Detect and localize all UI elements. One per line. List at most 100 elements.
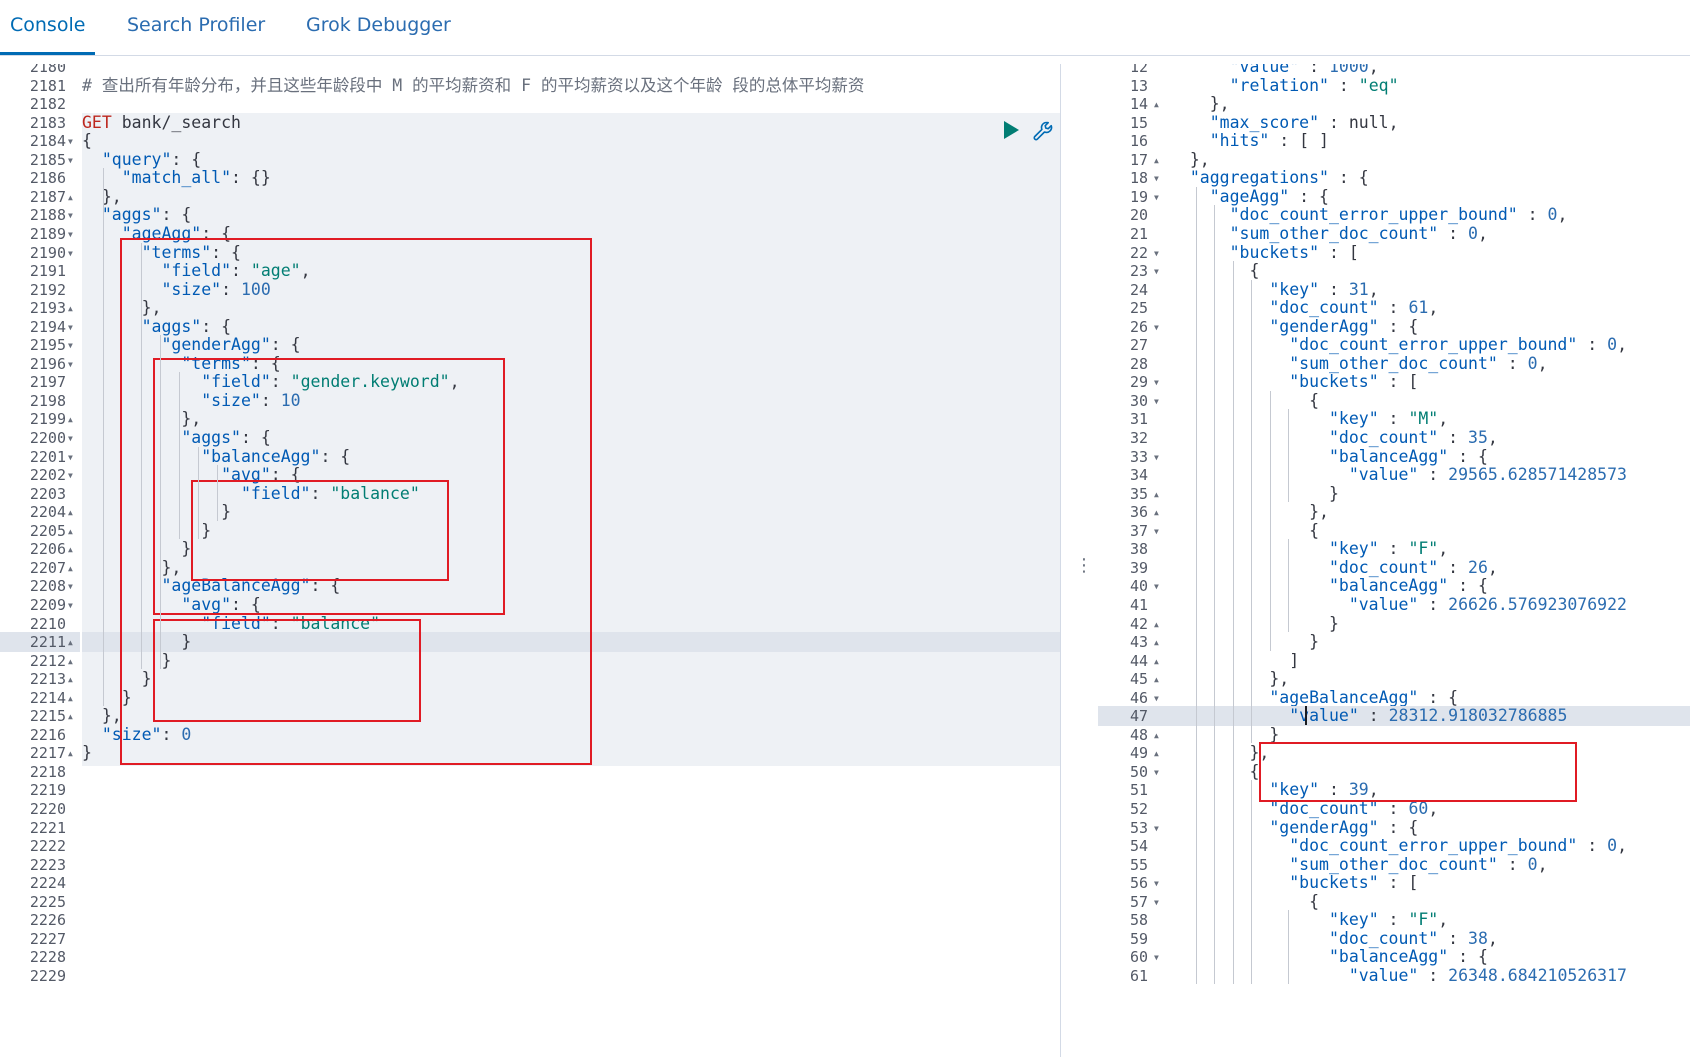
fold-open-icon[interactable]: ▼	[1154, 188, 1159, 208]
fold-open-icon[interactable]: ▼	[1154, 392, 1159, 412]
line-number: 31	[1129, 410, 1148, 429]
line-number: 2188	[29, 206, 66, 225]
fold-open-icon[interactable]: ▼	[1154, 948, 1159, 968]
fold-open-icon[interactable]: ▼	[1154, 763, 1159, 783]
fold-close-icon[interactable]: ▲	[68, 652, 73, 672]
line-number: 33	[1129, 447, 1148, 466]
indent-guide	[103, 168, 104, 707]
fold-close-icon[interactable]: ▲	[1154, 503, 1159, 523]
code-line: "sum_other_doc_count" : 0,	[1289, 854, 1548, 874]
fold-open-icon[interactable]: ▼	[1154, 448, 1159, 468]
fold-close-icon[interactable]: ▲	[1154, 615, 1159, 635]
fold-close-icon[interactable]: ▲	[68, 559, 73, 579]
tab-console[interactable]: Console	[0, 0, 96, 55]
fold-close-icon[interactable]: ▲	[68, 540, 73, 560]
line-number: 19	[1129, 187, 1148, 206]
line-number: 2202	[29, 466, 66, 485]
fold-close-icon[interactable]: ▲	[1154, 95, 1159, 115]
fold-open-icon[interactable]: ▼	[68, 355, 73, 375]
fold-close-icon[interactable]: ▲	[1154, 726, 1159, 746]
fold-close-icon[interactable]: ▲	[1154, 652, 1159, 672]
line-number: 2195	[29, 336, 66, 355]
fold-open-icon[interactable]: ▼	[1154, 893, 1159, 913]
fold-close-icon[interactable]: ▲	[1154, 151, 1159, 171]
wrench-icon[interactable]	[1032, 120, 1054, 142]
line-number: 29	[1129, 373, 1148, 392]
fold-open-icon[interactable]: ▼	[1154, 874, 1159, 894]
fold-open-icon[interactable]: ▼	[68, 429, 73, 449]
code-line: "doc_count_error_upper_bound" : 0,	[1289, 335, 1627, 355]
tab-grok-debugger[interactable]: Grok Debugger	[306, 0, 451, 52]
fold-close-icon[interactable]: ▲	[68, 707, 73, 727]
fold-close-icon[interactable]: ▲	[68, 522, 73, 542]
line-number: 2194	[29, 317, 66, 336]
line-number: 38	[1129, 540, 1148, 559]
fold-open-icon[interactable]: ▼	[68, 151, 73, 171]
code-line: "buckets" : [	[1289, 873, 1419, 893]
fold-open-icon[interactable]: ▼	[68, 206, 73, 226]
fold-open-icon[interactable]: ▼	[68, 577, 73, 597]
fold-open-icon[interactable]: ▼	[68, 244, 73, 264]
line-number: 2223	[29, 855, 66, 874]
line-number: 2229	[29, 966, 66, 985]
play-icon[interactable]	[1001, 120, 1021, 140]
pane-resizer[interactable]: ⋮	[1060, 64, 1100, 1057]
fold-open-icon[interactable]: ▼	[1154, 577, 1159, 597]
fold-open-icon[interactable]: ▼	[1154, 373, 1159, 393]
fold-open-icon[interactable]: ▼	[68, 132, 73, 152]
indent-guide	[1288, 409, 1289, 503]
fold-open-icon[interactable]: ▼	[68, 466, 73, 486]
fold-open-icon[interactable]: ▼	[68, 448, 73, 468]
code-line: },	[1170, 669, 1290, 689]
code-line: "buckets" : [	[1289, 372, 1419, 392]
fold-close-icon[interactable]: ▲	[68, 188, 73, 208]
line-number: 2212	[29, 651, 66, 670]
fold-close-icon[interactable]: ▲	[1154, 485, 1159, 505]
fold-open-icon[interactable]: ▼	[1154, 262, 1159, 282]
fold-open-icon[interactable]: ▼	[68, 596, 73, 616]
fold-close-icon[interactable]: ▲	[68, 670, 73, 690]
response-code-area[interactable]: "value" : 1000, "relation" : "eq" }, "ma…	[1170, 64, 1690, 1057]
line-number: 2205	[29, 521, 66, 540]
fold-close-icon[interactable]: ▲	[1154, 633, 1159, 653]
fold-open-icon[interactable]: ▼	[1154, 318, 1159, 338]
fold-close-icon[interactable]: ▲	[68, 689, 73, 709]
fold-open-icon[interactable]: ▼	[68, 225, 73, 245]
fold-close-icon[interactable]: ▲	[68, 410, 73, 430]
line-number: 27	[1129, 336, 1148, 355]
indent-guide	[1196, 186, 1197, 985]
line-number: 2219	[29, 781, 66, 800]
line-number: 2181	[29, 76, 66, 95]
fold-open-icon[interactable]: ▼	[68, 318, 73, 338]
fold-close-icon[interactable]: ▲	[68, 503, 73, 523]
line-number: 2228	[29, 948, 66, 967]
fold-close-icon[interactable]: ▲	[1154, 670, 1159, 690]
line-number: 26	[1129, 317, 1148, 336]
fold-close-icon[interactable]: ▲	[68, 633, 73, 653]
line-number: 2185	[29, 150, 66, 169]
vertical-ellipsis-icon[interactable]: ⋮	[1075, 557, 1093, 575]
tab-search-profiler[interactable]: Search Profiler	[127, 0, 265, 52]
code-line: "aggs": {	[101, 205, 192, 225]
line-number: 2190	[29, 243, 66, 262]
indent-guide	[160, 335, 161, 670]
fold-close-icon[interactable]: ▲	[68, 744, 73, 764]
fold-open-icon[interactable]: ▼	[1154, 522, 1159, 542]
line-number: 54	[1129, 837, 1148, 856]
line-number: 37	[1129, 521, 1148, 540]
line-number: 2210	[29, 614, 66, 633]
line-number: 58	[1129, 911, 1148, 930]
line-number: 24	[1129, 280, 1148, 299]
fold-open-icon[interactable]: ▼	[1154, 819, 1159, 839]
response-viewer[interactable]: 12 13 14 ▲ 15 16 17 ▲ 18 ▼ 19 ▼ 20 21 22 ▼ 23 ▼ 24 25 26 ▼ 27 2…	[1098, 64, 1690, 1057]
fold-open-icon[interactable]: ▼	[1154, 244, 1159, 264]
indent-guide	[1214, 205, 1215, 985]
code-line: "doc_count" : 61,	[1269, 298, 1439, 318]
fold-close-icon[interactable]: ▲	[68, 299, 73, 319]
code-line: "value" : 26626.576923076922	[1348, 594, 1627, 614]
indent-guide	[1288, 910, 1289, 985]
line-number: 2184	[29, 132, 66, 151]
fold-open-icon[interactable]: ▼	[68, 336, 73, 356]
fold-close-icon[interactable]: ▲	[1154, 744, 1159, 764]
fold-open-icon[interactable]: ▼	[1154, 169, 1159, 189]
